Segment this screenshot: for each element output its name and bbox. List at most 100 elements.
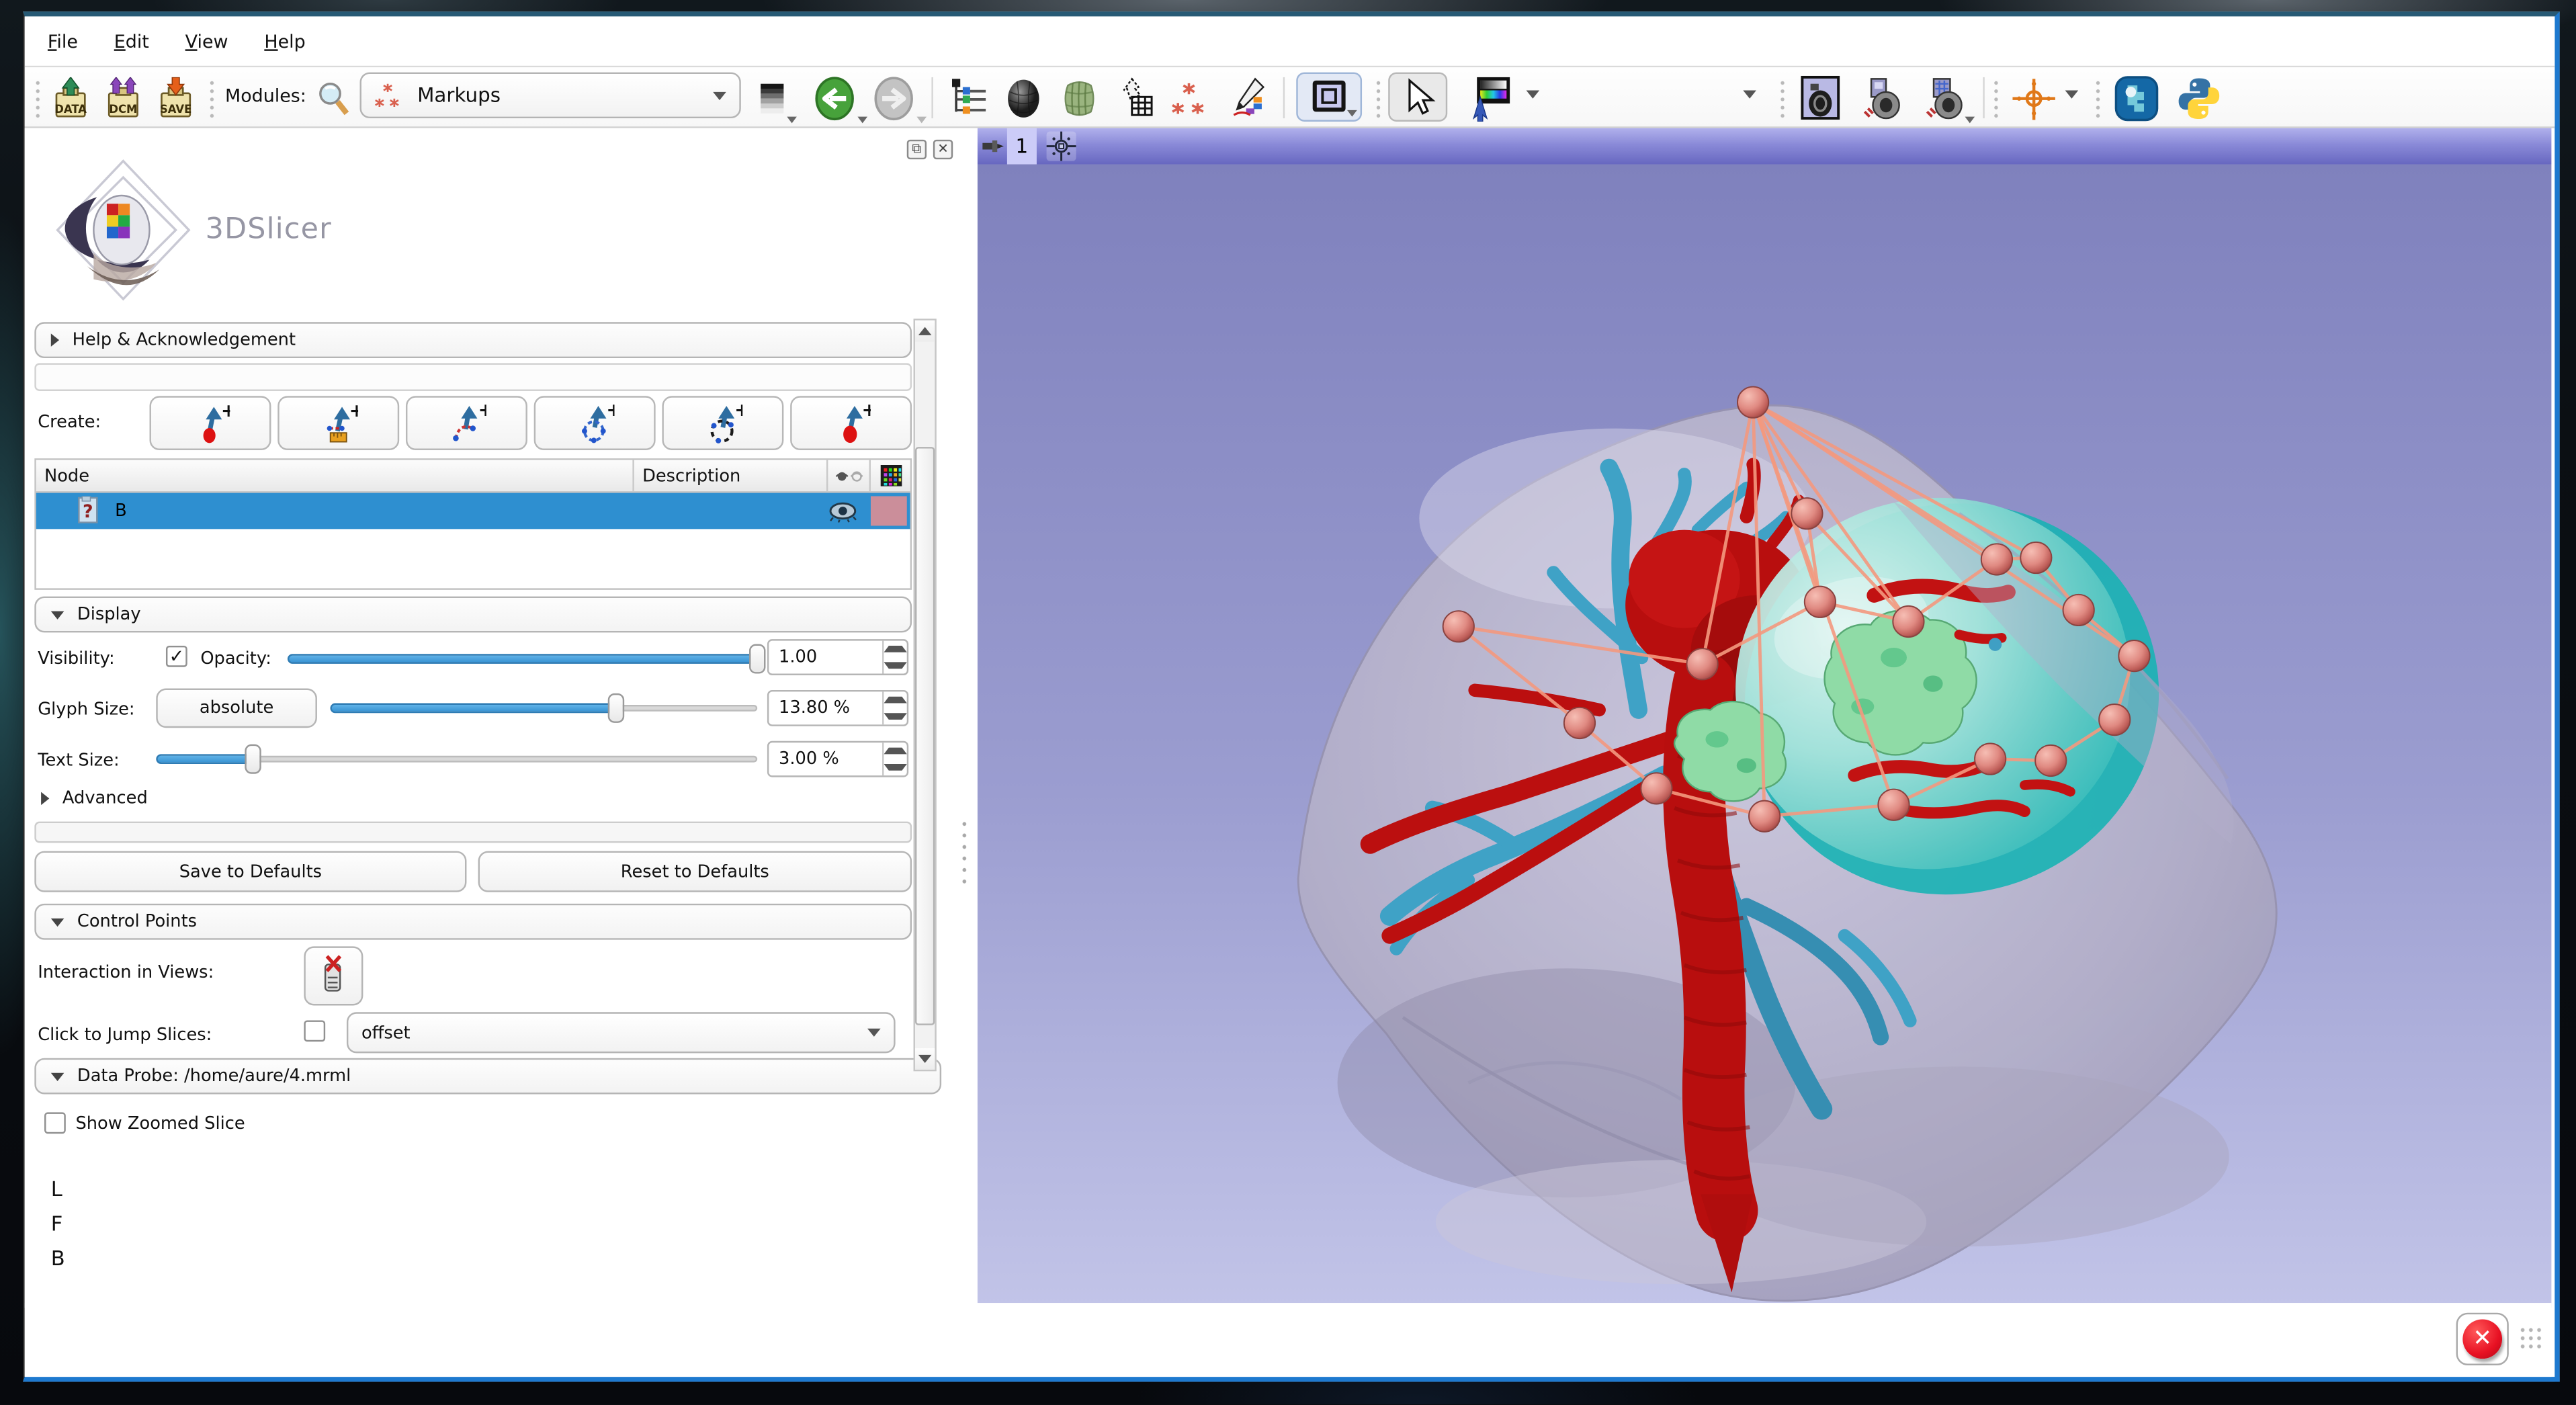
visibility-eye-icon[interactable]	[828, 501, 857, 522]
opacity-spinbox[interactable]: 1.00	[767, 639, 908, 675]
save-to-defaults-button[interactable]: Save to Defaults	[34, 851, 466, 892]
chevron-down-icon[interactable]	[1527, 90, 1540, 98]
layout-select-button[interactable]	[1296, 73, 1362, 122]
control-point-sphere[interactable]	[1981, 544, 2012, 574]
subject-hierarchy-button[interactable]	[945, 75, 990, 120]
annotations-button[interactable]	[1224, 75, 1270, 120]
panel-close-button[interactable]: ✕	[933, 140, 953, 159]
chevron-down-icon[interactable]	[2065, 90, 2079, 98]
column-visibility[interactable]	[828, 460, 871, 491]
crop-volume-button[interactable]	[1112, 75, 1158, 120]
glyph-size-spinbox[interactable]: 13.80 %	[767, 690, 908, 726]
column-description[interactable]: Description	[634, 460, 828, 491]
reset-to-defaults-button[interactable]: Reset to Defaults	[478, 851, 912, 892]
threed-scene[interactable]	[978, 165, 2552, 1308]
control-point-sphere[interactable]	[2099, 704, 2130, 735]
node-row-selected[interactable]: ? B	[36, 493, 910, 529]
create-point-list-button[interactable]: +	[150, 396, 271, 450]
splitter-handle[interactable]	[959, 818, 970, 891]
extensions-manager-button[interactable]	[2111, 75, 2160, 120]
fgbg-color-button[interactable]	[1461, 75, 1516, 120]
redo-button[interactable]	[869, 75, 918, 120]
visibility-checkbox[interactable]: ✓	[166, 646, 187, 667]
control-point-sphere[interactable]	[2063, 595, 2094, 626]
pin-icon[interactable]	[982, 136, 1005, 156]
models-button[interactable]	[1000, 75, 1046, 120]
scrollbar-thumb[interactable]	[915, 447, 935, 1025]
slider-handle[interactable]	[244, 744, 260, 774]
control-point-sphere[interactable]	[1443, 611, 1474, 642]
scene-view-restore-button[interactable]	[1918, 75, 1970, 120]
modules-combobox[interactable]: Markups	[359, 73, 740, 118]
module-history-button[interactable]	[754, 75, 790, 120]
opacity-slider[interactable]	[288, 644, 757, 674]
crosshair-button[interactable]	[2009, 75, 2058, 120]
jump-slices-checkbox[interactable]	[304, 1020, 325, 1041]
threed-viewport[interactable]: 1	[978, 128, 2552, 1308]
advanced-section-header[interactable]: Advanced	[41, 789, 148, 808]
toolbar-drag-handle[interactable]	[1993, 79, 2000, 118]
menu-view[interactable]: View	[179, 27, 234, 55]
screenshot-button[interactable]	[1796, 75, 1845, 120]
scroll-down-button[interactable]	[915, 1048, 935, 1070]
close-view-button[interactable]: ✕	[2456, 1313, 2509, 1365]
spin-arrows[interactable]	[882, 691, 907, 724]
create-closed-curve-button[interactable]: +	[534, 396, 656, 450]
create-open-curve-button[interactable]: +	[406, 396, 527, 450]
show-zoomed-slice-checkbox[interactable]	[44, 1112, 66, 1134]
scroll-up-button[interactable]	[915, 321, 935, 342]
column-color[interactable]	[871, 460, 910, 491]
panel-scrollbar[interactable]	[914, 318, 937, 1071]
interaction-toggle-button[interactable]	[304, 946, 363, 1005]
glyph-size-slider[interactable]	[330, 693, 757, 723]
mouse-interaction-button[interactable]	[1388, 73, 1447, 122]
control-point-sphere[interactable]	[1805, 587, 1836, 618]
control-point-sphere[interactable]	[1975, 743, 2006, 774]
control-point-sphere[interactable]	[2118, 640, 2149, 671]
control-point-sphere[interactable]	[1686, 648, 1717, 679]
toolbar-drag-handle[interactable]	[209, 79, 216, 118]
control-points-section-header[interactable]: Control Points	[34, 904, 912, 940]
column-node[interactable]: Node	[36, 460, 634, 491]
module-search-button[interactable]	[314, 75, 353, 120]
data-probe-section-header[interactable]: Data Probe: /home/aure/4.mrml	[34, 1058, 941, 1095]
spin-arrows[interactable]	[882, 641, 907, 674]
load-data-button[interactable]: DATA	[48, 75, 93, 120]
control-point-sphere[interactable]	[2020, 542, 2051, 573]
menu-edit[interactable]: Edit	[108, 27, 156, 55]
slider-handle[interactable]	[608, 693, 624, 723]
place-mode-dropdown[interactable]	[1743, 90, 1756, 98]
toolbar-drag-handle[interactable]	[2095, 79, 2102, 118]
create-roi-button[interactable]: +	[662, 396, 783, 450]
scene-view-save-button[interactable]	[1855, 75, 1907, 120]
toolbar-drag-handle[interactable]	[1375, 79, 1382, 118]
control-point-sphere[interactable]	[1893, 606, 1924, 637]
python-console-button[interactable]	[2174, 75, 2223, 120]
control-point-sphere[interactable]	[1564, 708, 1595, 738]
control-point-sphere[interactable]	[1737, 387, 1768, 418]
control-point-sphere[interactable]	[1791, 498, 1822, 529]
volume-rendering-button[interactable]	[1056, 75, 1102, 120]
menu-file[interactable]: File	[41, 27, 85, 55]
help-section-header[interactable]: Help & Acknowledgement	[34, 322, 912, 358]
display-section-header[interactable]: Display	[34, 597, 912, 633]
glyph-scale-mode-button[interactable]: absolute	[156, 689, 317, 728]
view-label-tab[interactable]: 1	[1007, 128, 1037, 165]
control-point-sphere[interactable]	[1878, 790, 1909, 820]
control-point-sphere[interactable]	[1641, 773, 1672, 804]
view-crosshair-icon[interactable]	[1047, 132, 1076, 161]
resize-grip[interactable]	[2518, 1326, 2544, 1352]
create-fiducial-button[interactable]: +	[790, 396, 912, 450]
save-button[interactable]: SAVE	[153, 75, 198, 120]
control-point-sphere[interactable]	[1749, 801, 1780, 832]
undo-button[interactable]	[810, 75, 859, 120]
control-point-sphere[interactable]	[2035, 745, 2066, 776]
text-size-slider[interactable]	[156, 744, 757, 774]
node-color-swatch[interactable]	[871, 496, 907, 525]
dicom-button[interactable]: DCM	[100, 75, 146, 120]
jump-mode-combobox[interactable]: offset	[347, 1012, 896, 1053]
toolbar-drag-handle[interactable]	[1779, 79, 1786, 118]
spin-arrows[interactable]	[882, 742, 907, 775]
toolbar-drag-handle[interactable]	[34, 79, 41, 118]
create-line-button[interactable]: +	[277, 396, 399, 450]
